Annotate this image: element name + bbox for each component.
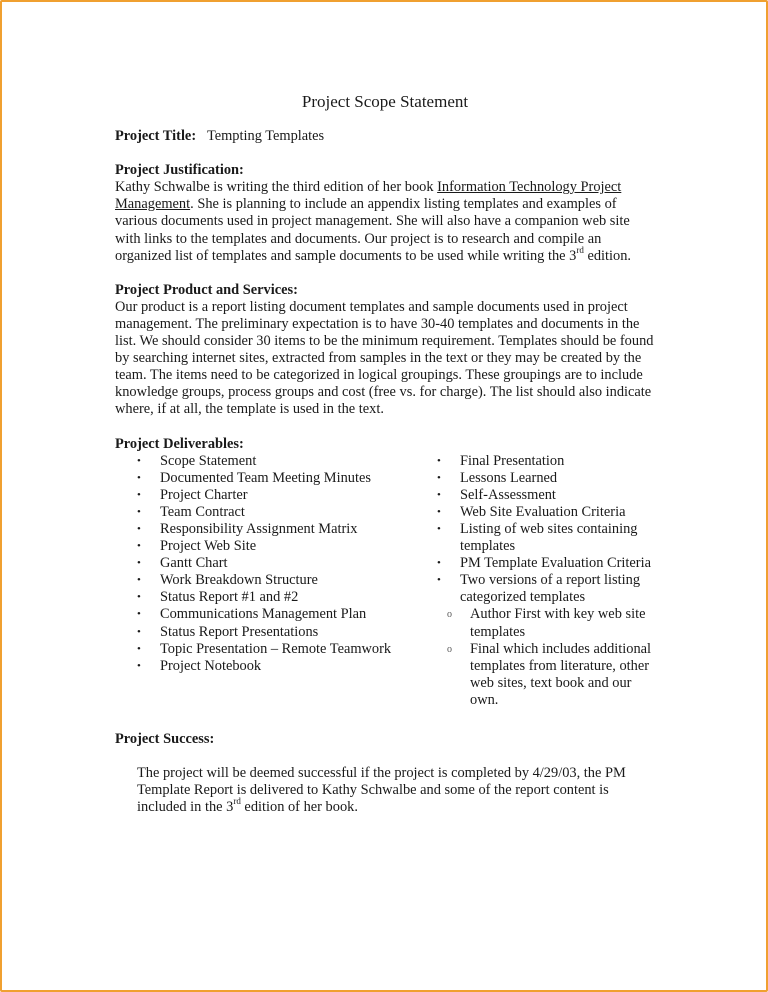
deliverable-item: • Lessons Learned	[425, 470, 655, 487]
deliverable-label: Web Site Evaluation Criteria	[460, 503, 626, 520]
deliverable-label: Final which includes additional template…	[470, 640, 652, 708]
bullet-icon: •	[137, 557, 141, 570]
deliverables-columns: • Scope Statement • Documented Team Meeting…	[115, 453, 655, 709]
justification-section: Project Justification: Kathy Schwalbe is…	[115, 162, 655, 265]
deliverable-item: • Two versions of a report listing catego…	[425, 572, 655, 606]
success-text: The project will be deemed successful if…	[137, 765, 655, 816]
deliverable-label: Team Contract	[160, 503, 245, 520]
deliverables-section: Project Deliverables: • Scope Statement • D…	[115, 436, 655, 710]
success-section: Project Success: The project will be dee…	[115, 731, 655, 816]
deliverable-item: • PM Template Evaluation Criteria	[425, 555, 655, 572]
bullet-icon: •	[437, 557, 441, 570]
deliverable-label: Author First with key web site templates	[470, 606, 646, 640]
document-page: Project Scope Statement Project Title: T…	[115, 93, 655, 816]
product-heading: Project Product and Services:	[115, 281, 298, 298]
deliverable-label: Work Breakdown Structure	[160, 572, 318, 589]
deliverable-item: o Author First with key web site template…	[425, 606, 655, 640]
justification-text: Kathy Schwalbe is writing the third edit…	[115, 179, 655, 264]
justification-text-mid: . She is planning to include an appendix…	[115, 196, 630, 264]
bullet-icon: •	[437, 471, 441, 484]
bullet-icon: •	[137, 659, 141, 672]
deliverable-label: Two versions of a report listing categor…	[460, 572, 641, 606]
deliverable-item: • Scope Statement	[115, 453, 425, 470]
deliverable-item: • Self-Assessment	[425, 487, 655, 504]
justification-superscript: rd	[576, 244, 584, 255]
bullet-icon: •	[437, 454, 441, 467]
sub-bullet-icon: o	[447, 609, 452, 621]
deliverable-label: Lessons Learned	[460, 469, 558, 486]
justification-heading: Project Justification:	[115, 162, 244, 179]
bullet-icon: •	[137, 488, 141, 501]
deliverable-label: Responsibility Assignment Matrix	[160, 520, 358, 537]
bullet-icon: •	[137, 608, 141, 621]
document-title: Project Scope Statement	[301, 92, 469, 111]
deliverable-item: • Final Presentation	[425, 453, 655, 470]
bullet-icon: •	[437, 488, 441, 501]
bullet-icon: •	[137, 574, 141, 587]
deliverable-item: • Communications Management Plan	[115, 606, 425, 623]
bullet-icon: •	[437, 574, 441, 587]
deliverable-label: Project Web Site	[160, 538, 257, 555]
product-section: Project Product and Services: Our produc…	[115, 282, 655, 419]
deliverable-item: • Responsibility Assignment Matrix	[115, 521, 425, 538]
deliverable-label: Project Notebook	[160, 657, 262, 674]
deliverable-label: Final Presentation	[460, 452, 565, 469]
deliverable-label: Communications Management Plan	[160, 606, 367, 623]
deliverable-label: Status Report #1 and #2	[160, 589, 299, 606]
bullet-icon: •	[437, 505, 441, 518]
bullet-icon: •	[137, 540, 141, 553]
success-heading: Project Success:	[115, 731, 215, 747]
deliverable-label: Listing of web sites containing template…	[460, 520, 638, 555]
deliverables-heading: Project Deliverables:	[115, 435, 244, 452]
deliverable-item: • Listing of web sites containing templat…	[425, 521, 655, 555]
success-text-start: The project will be deemed successful if…	[137, 765, 626, 816]
deliverable-item: • Status Report #1 and #2	[115, 589, 425, 606]
deliverable-item: • Topic Presentation – Remote Teamwork	[115, 641, 425, 658]
bullet-icon: •	[137, 454, 141, 467]
deliverable-label: Project Charter	[160, 486, 248, 503]
deliverable-label: PM Template Evaluation Criteria	[460, 555, 651, 572]
deliverable-label: Gantt Chart	[160, 555, 228, 572]
deliverable-item: • Project Charter	[115, 487, 425, 504]
deliverables-right-list: • Final Presentation • Lessons Learned • Self…	[425, 453, 655, 709]
success-text-end: edition of her book.	[240, 799, 358, 816]
deliverable-item: • Project Web Site	[115, 538, 425, 555]
project-title-value: Tempting Templates	[200, 128, 324, 144]
deliverable-label: Self-Assessment	[460, 486, 556, 503]
bullet-icon: •	[137, 505, 141, 518]
deliverable-item: o Final which includes additional templat…	[425, 641, 655, 709]
deliverable-label: Scope Statement	[160, 452, 257, 469]
justification-text-end: edition.	[583, 247, 632, 264]
bullet-icon: •	[137, 642, 141, 655]
deliverable-item: • Work Breakdown Structure	[115, 572, 425, 589]
bullet-icon: •	[137, 471, 141, 484]
deliverable-item: • Gantt Chart	[115, 555, 425, 572]
project-title-label: Project Title:	[115, 128, 197, 145]
deliverable-item: • Web Site Evaluation Criteria	[425, 504, 655, 521]
deliverable-label: Status Report Presentations	[160, 623, 319, 640]
deliverable-label: Documented Team Meeting Minutes	[160, 469, 371, 486]
deliverables-sub-list: o Author First with key web site template…	[425, 606, 655, 709]
project-title-text: Tempting Templates	[206, 128, 325, 145]
deliverable-item: • Team Contract	[115, 504, 425, 521]
project-title-section: Project Title: Tempting Templates	[115, 128, 655, 145]
deliverables-left-list: • Scope Statement • Documented Team Meeting…	[115, 453, 425, 709]
sub-bullet-icon: o	[447, 643, 452, 655]
success-superscript: rd	[233, 796, 241, 807]
deliverable-item: • Status Report Presentations	[115, 624, 425, 641]
bullet-icon: •	[137, 591, 141, 604]
product-text: Our product is a report listing document…	[115, 298, 654, 418]
deliverable-item: • Documented Team Meeting Minutes	[115, 470, 425, 487]
deliverable-item: • Project Notebook	[115, 658, 425, 675]
bullet-icon: •	[437, 522, 441, 535]
deliverable-label: Topic Presentation – Remote Teamwork	[160, 640, 392, 657]
bullet-icon: •	[137, 625, 141, 638]
bullet-icon: •	[137, 522, 141, 535]
justification-text-start: Kathy Schwalbe is writing the third edit…	[115, 179, 438, 196]
